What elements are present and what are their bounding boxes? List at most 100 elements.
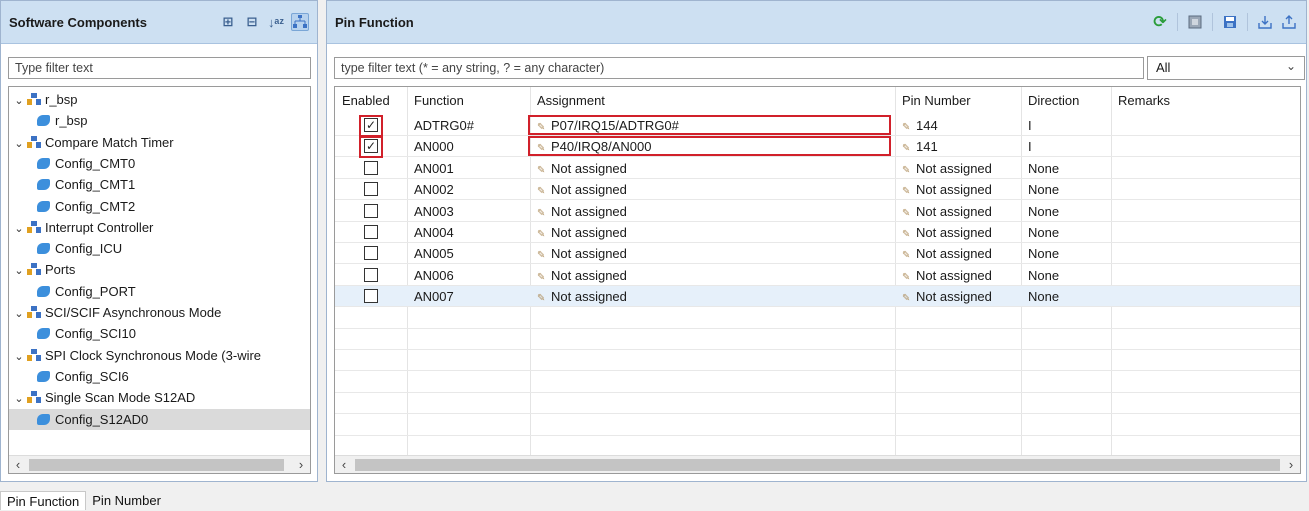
assignment-value: Not assigned [551,182,627,198]
component-icon [27,220,41,233]
table-row[interactable]: AN005 ✎ Not assigned ✎ Not assigned None [335,243,1300,265]
pin-number-cell[interactable]: ✎ Not assigned [902,222,992,243]
enabled-checkbox[interactable] [364,267,378,282]
tree-horizontal-scrollbar[interactable]: ‹ › [9,455,310,473]
assignment-cell[interactable]: ✎ Not assigned [537,158,627,179]
hierarchy-view-icon[interactable] [291,13,309,31]
chevron-down-icon[interactable]: ⌄ [13,304,25,325]
scroll-right-icon[interactable]: › [292,456,310,473]
pencil-icon: ✎ [537,250,546,262]
component-filter-input[interactable]: Type filter text [8,57,311,79]
pencil-icon: ✎ [537,207,546,219]
assignment-cell[interactable]: ✎ Not assigned [537,265,627,286]
pin-number-value: Not assigned [916,246,992,262]
assignment-cell[interactable]: ✎ Not assigned [537,243,627,264]
refresh-icon[interactable]: ⟳ [1151,13,1169,31]
board-icon[interactable] [1186,13,1204,31]
column-header[interactable]: Assignment [537,89,605,113]
tree-item[interactable]: ⌄ Ports [9,259,310,280]
column-header[interactable]: Enabled [342,89,390,113]
enabled-checkbox[interactable] [364,289,378,304]
column-header[interactable]: Remarks [1118,89,1170,113]
table-row[interactable]: AN001 ✎ Not assigned ✎ Not assigned None [335,158,1300,179]
assignment-value: Not assigned [551,203,627,219]
scroll-thumb[interactable] [29,459,284,471]
enabled-checkbox[interactable] [364,182,378,197]
chevron-down-icon[interactable]: ⌄ [13,134,25,155]
scroll-right-icon[interactable]: › [1282,456,1300,473]
direction-cell: None [1028,267,1060,283]
pin-number-cell[interactable]: ✎ 144 [902,115,938,136]
table-row[interactable]: AN006 ✎ Not assigned ✎ Not assigned None [335,265,1300,286]
chevron-down-icon[interactable]: ⌄ [13,219,25,240]
save-icon[interactable] [1221,13,1239,31]
table-row[interactable]: AN004 ✎ Not assigned ✎ Not assigned None [335,222,1300,243]
assignment-cell[interactable]: ✎ Not assigned [537,179,627,200]
expand-all-icon[interactable]: ⊞ [219,13,237,31]
table-row[interactable]: AN003 ✎ Not assigned ✎ Not assigned None [335,201,1300,222]
pin-filter-input[interactable]: type filter text (* = any string, ? = an… [334,57,1144,79]
tree-item[interactable]: ⌄ Interrupt Controller [9,217,310,238]
pin-number-cell[interactable]: ✎ Not assigned [902,201,992,222]
chevron-down-icon[interactable]: ⌄ [13,347,25,368]
direction-cell: None [1028,225,1060,240]
column-header[interactable]: Direction [1028,89,1079,113]
component-icon [27,135,41,148]
tree-item-label: Ports [45,262,76,278]
enabled-checkbox[interactable] [364,203,378,218]
column-header[interactable]: Pin Number [902,89,971,113]
table-horizontal-scrollbar[interactable]: ‹ › [335,455,1300,473]
pencil-icon: ✎ [902,229,911,240]
pin-number-cell[interactable]: ✎ Not assigned [902,286,992,307]
enabled-checkbox[interactable] [364,225,378,239]
table-row[interactable]: AN007 ✎ Not assigned ✎ Not assigned None [335,286,1300,308]
tree-item-label: Config_CMT0 [55,155,136,171]
tree-item[interactable]: ⌄ Single Scan Mode S12AD [9,387,310,408]
tree-item[interactable]: Config_PORT [9,281,310,302]
pin-number-cell[interactable]: ✎ 141 [902,136,938,157]
table-row[interactable]: AN002 ✎ Not assigned ✎ Not assigned None [335,179,1300,201]
sort-az-icon[interactable]: ↓ᵃᶻ [267,13,285,31]
tree-item[interactable]: r_bsp [9,110,310,131]
scroll-thumb[interactable] [355,459,1280,471]
pin-number-cell[interactable]: ✎ Not assigned [902,179,992,200]
pin-function-titlebar: Pin Function ⟳ [327,1,1306,44]
tree-item[interactable]: Config_CMT0 [9,153,310,174]
pin-number-cell[interactable]: ✎ Not assigned [902,265,992,286]
right-toolbar: ⟳ [1151,13,1298,31]
pin-number-cell[interactable]: ✎ Not assigned [902,158,992,179]
tree-item[interactable]: ⌄ SPI Clock Synchronous Mode (3-wire [9,345,310,366]
pin-number-cell[interactable]: ✎ Not assigned [902,243,992,264]
tree-item[interactable]: ⌄ Compare Match Timer [9,132,310,153]
enabled-checkbox[interactable] [364,160,378,175]
tree-item[interactable]: Config_S12AD0 [9,408,310,430]
import-icon[interactable] [1256,13,1274,31]
tab-pin-number[interactable]: Pin Number [86,491,167,510]
tree-item[interactable]: Config_SCI10 [9,323,310,344]
tree-item[interactable]: Config_ICU [9,238,310,259]
tree-item[interactable]: Config_CMT2 [9,196,310,217]
pencil-icon: ✎ [537,186,546,198]
scroll-left-icon[interactable]: ‹ [335,456,353,473]
column-header[interactable]: Function [414,89,464,113]
export-icon[interactable] [1280,13,1298,31]
direction-cell: I [1028,139,1032,155]
enabled-checkbox[interactable] [364,246,378,261]
assignment-cell[interactable]: ✎ Not assigned [537,222,627,243]
collapse-all-icon[interactable]: ⊟ [243,13,261,31]
tab-pin-function[interactable]: Pin Function [0,491,87,510]
filter-scope-select[interactable]: All ⌄ [1147,56,1305,80]
tree-item[interactable]: Config_SCI6 [9,366,310,387]
assignment-cell[interactable]: ✎ Not assigned [537,286,627,307]
scroll-left-icon[interactable]: ‹ [9,456,27,473]
assignment-cell[interactable]: ✎ Not assigned [537,201,627,222]
tree-item[interactable]: ⌄ SCI/SCIF Asynchronous Mode [9,302,310,323]
tree-item[interactable]: Config_CMT1 [9,174,310,195]
function-cell: AN001 [414,160,454,176]
chevron-down-icon[interactable]: ⌄ [13,389,25,410]
chevron-down-icon[interactable]: ⌄ [13,91,25,112]
chevron-down-icon[interactable]: ⌄ [13,261,25,282]
tree-item[interactable]: ⌄ r_bsp [9,89,310,110]
assignment-value: Not assigned [551,267,627,283]
component-tree: ⌄ r_bsp r_bsp ⌄ Compare Match Timer Config_CM… [8,86,311,474]
